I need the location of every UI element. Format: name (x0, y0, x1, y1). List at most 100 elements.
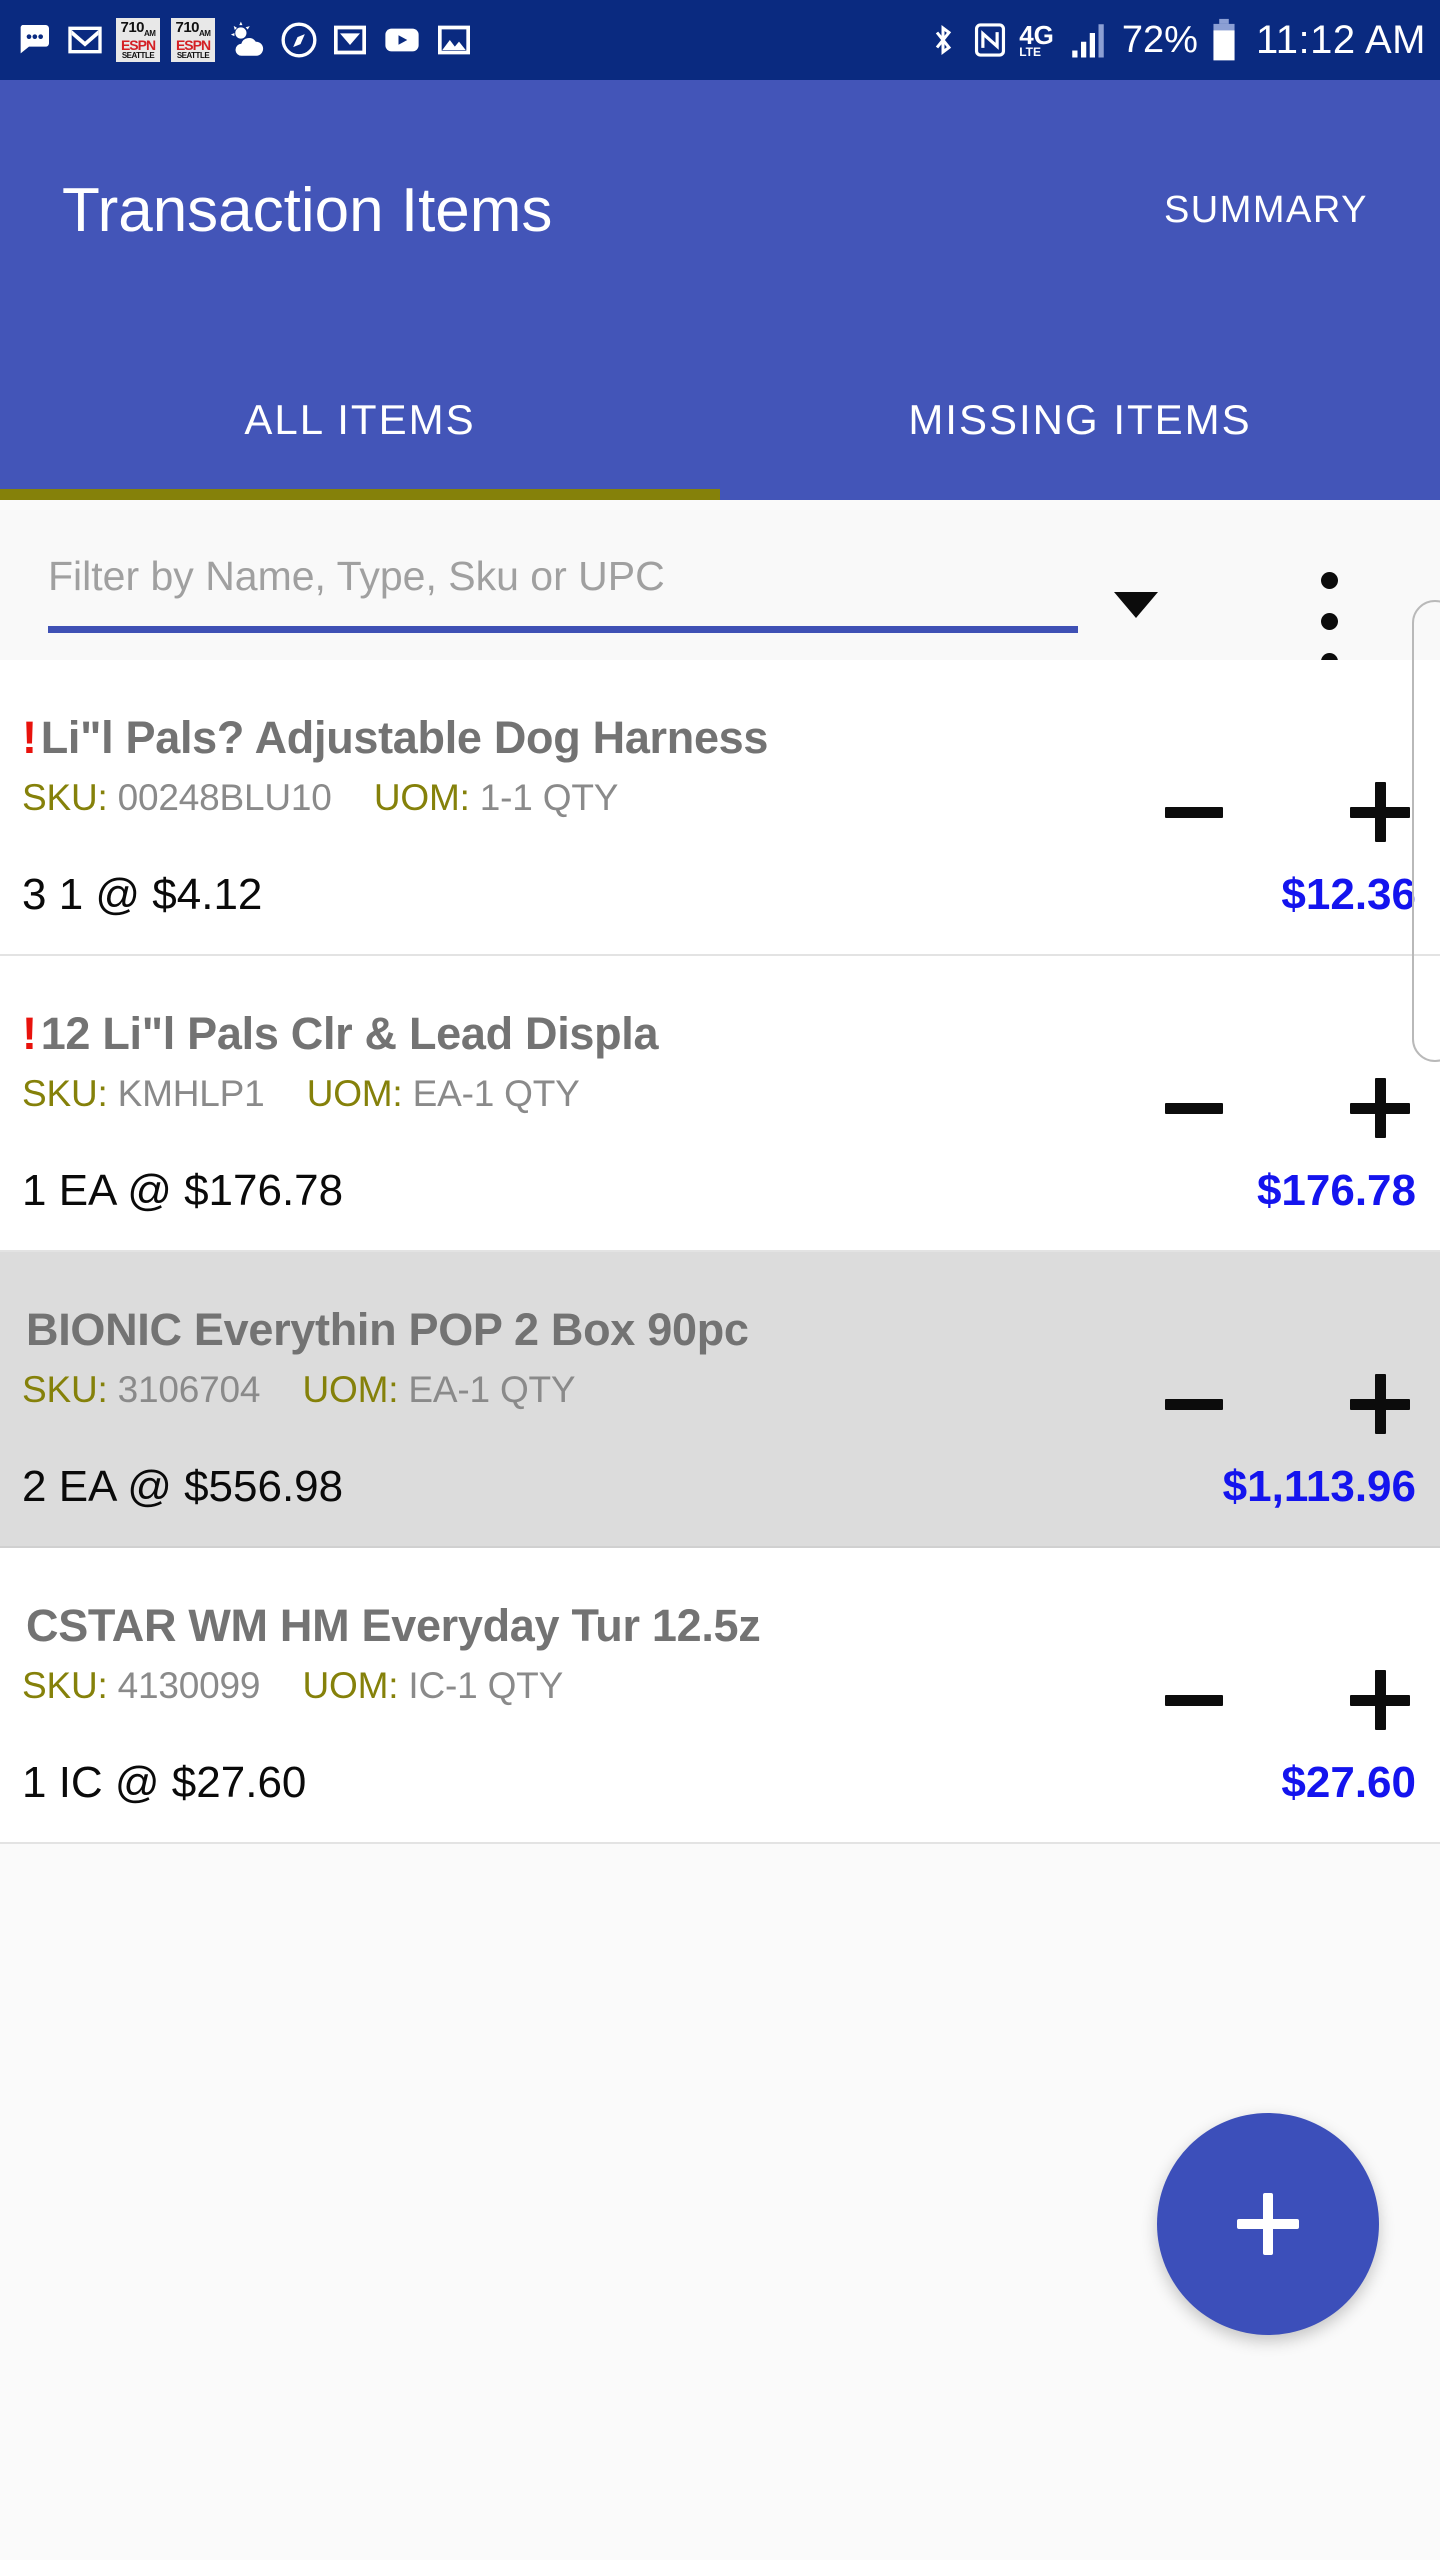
compass-icon (279, 20, 319, 60)
network-type-icon: 4G LTE (1019, 20, 1054, 59)
item-name: BIONIC Everythin POP 2 Box 90pc (22, 1304, 1102, 1356)
alert-icon: ! (22, 1008, 37, 1059)
table-row[interactable]: CSTAR WM HM Everyday Tur 12.5z SKU: 4130… (0, 1548, 1440, 1844)
decrement-button[interactable] (1134, 1652, 1254, 1748)
weather-icon (226, 19, 268, 61)
row-content: CSTAR WM HM Everyday Tur 12.5z SKU: 4130… (22, 1548, 1102, 1842)
item-name: !Li"l Pals? Adjustable Dog Harness (22, 712, 1102, 764)
sku-label: SKU: (22, 1665, 108, 1706)
espn-radio-icon: 710AM ESPN SEATTLE (171, 18, 215, 62)
alert-icon: ! (22, 712, 37, 763)
decrement-button[interactable] (1134, 764, 1254, 860)
uom-label: UOM: (302, 1665, 399, 1706)
item-qty-price: 3 1 @ $4.12 (22, 870, 263, 919)
item-meta: SKU: KMHLP1 UOM: EA-1 QTY (22, 1073, 1102, 1115)
filter-input-underline (48, 626, 1078, 633)
quantity-stepper (1102, 1356, 1440, 1452)
status-bar-notifications: 710AM ESPN SEATTLE 710AM ESPN SEATTLE (14, 18, 925, 62)
sku-value: 3106704 (117, 1369, 261, 1410)
item-total: $27.60 (1281, 1758, 1416, 1807)
nfc-icon (971, 20, 1009, 60)
item-meta: SKU: 00248BLU10 UOM: 1-1 QTY (22, 777, 1102, 819)
clock-label: 11:12 AM (1255, 17, 1426, 62)
item-total: $1,113.96 (1222, 1462, 1416, 1511)
app-bar: Transaction Items SUMMARY ALL ITEMS MISS… (0, 80, 1440, 500)
item-meta: SKU: 4130099 UOM: IC-1 QTY (22, 1665, 1102, 1707)
row-content: !Li"l Pals? Adjustable Dog Harness SKU: … (22, 660, 1102, 954)
row-content: !12 Li"l Pals Clr & Lead Displa SKU: KMH… (22, 956, 1102, 1250)
app-bar-top: Transaction Items SUMMARY (0, 80, 1440, 340)
summary-button[interactable]: SUMMARY (1154, 171, 1378, 250)
transaction-items-list: !Li"l Pals? Adjustable Dog Harness SKU: … (0, 660, 1440, 1910)
row-content: BIONIC Everythin POP 2 Box 90pc SKU: 310… (22, 1252, 1102, 1546)
uom-value: 1-1 QTY (479, 777, 619, 818)
item-qty-price: 1 EA @ $176.78 (22, 1166, 344, 1215)
sku-value: 00248BLU10 (117, 777, 332, 818)
item-total: $12.36 (1281, 870, 1416, 919)
filter-bar (0, 510, 1440, 660)
uom-label: UOM: (302, 1369, 399, 1410)
espn-radio-icon: 710AM ESPN SEATTLE (116, 18, 160, 62)
quantity-stepper (1102, 1652, 1440, 1748)
inbox-icon (330, 20, 370, 60)
youtube-icon (381, 19, 423, 61)
battery-icon (1208, 17, 1240, 63)
item-qty-price: 1 IC @ $27.60 (22, 1758, 307, 1807)
increment-button[interactable] (1320, 1652, 1440, 1748)
filter-input[interactable] (48, 535, 1078, 617)
page-title: Transaction Items (62, 175, 553, 245)
plus-icon (1350, 1670, 1410, 1730)
tab-active-indicator (0, 489, 720, 500)
plus-icon (1350, 782, 1410, 842)
status-bar-system: 4G LTE 72% 11:12 AM (925, 17, 1426, 63)
minus-icon (1165, 1398, 1223, 1410)
item-qty-price: 2 EA @ $556.98 (22, 1462, 344, 1511)
minus-icon (1165, 806, 1223, 818)
signal-bars-icon (1064, 19, 1112, 61)
dot (1320, 572, 1338, 589)
photo-icon (434, 20, 474, 60)
item-meta: SKU: 3106704 UOM: EA-1 QTY (22, 1369, 1102, 1411)
item-name: !12 Li"l Pals Clr & Lead Displa (22, 1008, 1102, 1060)
uom-value: IC-1 QTY (408, 1665, 564, 1706)
increment-button[interactable] (1320, 1356, 1440, 1452)
more-vertical-icon[interactable] (1313, 572, 1345, 670)
item-total: $176.78 (1256, 1166, 1416, 1215)
add-item-fab[interactable] (1157, 2113, 1379, 2335)
app-root: 710AM ESPN SEATTLE 710AM ESPN SEATTLE 4G… (0, 0, 1440, 2560)
plus-icon (1350, 1078, 1410, 1138)
plus-icon (1237, 2193, 1299, 2255)
uom-value: EA-1 QTY (412, 1073, 580, 1114)
increment-button[interactable] (1320, 1060, 1440, 1156)
chevron-down-icon[interactable] (1114, 592, 1158, 618)
decrement-button[interactable] (1134, 1356, 1254, 1452)
tab-all-items[interactable]: ALL ITEMS (0, 340, 720, 500)
uom-label: UOM: (373, 777, 470, 818)
decrement-button[interactable] (1134, 1060, 1254, 1156)
gmail-icon (65, 20, 105, 60)
sku-value: 4130099 (117, 1665, 261, 1706)
item-name-text: BIONIC Everythin POP 2 Box 90pc (26, 1304, 749, 1355)
quantity-stepper (1102, 1060, 1440, 1156)
sku-label: SKU: (22, 777, 108, 818)
status-bar: 710AM ESPN SEATTLE 710AM ESPN SEATTLE 4G… (0, 0, 1440, 80)
table-row[interactable]: BIONIC Everythin POP 2 Box 90pc SKU: 310… (0, 1252, 1440, 1548)
battery-percent-label: 72% (1121, 18, 1198, 61)
uom-label: UOM: (306, 1073, 403, 1114)
item-name-text: CSTAR WM HM Everyday Tur 12.5z (26, 1600, 761, 1651)
tab-bar: ALL ITEMS MISSING ITEMS (0, 340, 1440, 500)
item-name: CSTAR WM HM Everyday Tur 12.5z (22, 1600, 1102, 1652)
scrollbar[interactable] (1412, 600, 1440, 1062)
sku-label: SKU: (22, 1369, 108, 1410)
sku-value: KMHLP1 (117, 1073, 265, 1114)
messages-icon (14, 20, 54, 60)
table-row[interactable]: !12 Li"l Pals Clr & Lead Displa SKU: KMH… (0, 956, 1440, 1252)
sku-label: SKU: (22, 1073, 108, 1114)
filter-field (48, 535, 1078, 635)
uom-value: EA-1 QTY (408, 1369, 576, 1410)
quantity-stepper (1102, 764, 1440, 860)
tab-all-items-label: ALL ITEMS (244, 396, 476, 443)
table-row[interactable]: !Li"l Pals? Adjustable Dog Harness SKU: … (0, 660, 1440, 956)
tab-missing-items-label: MISSING ITEMS (908, 396, 1252, 443)
tab-missing-items[interactable]: MISSING ITEMS (720, 340, 1440, 500)
